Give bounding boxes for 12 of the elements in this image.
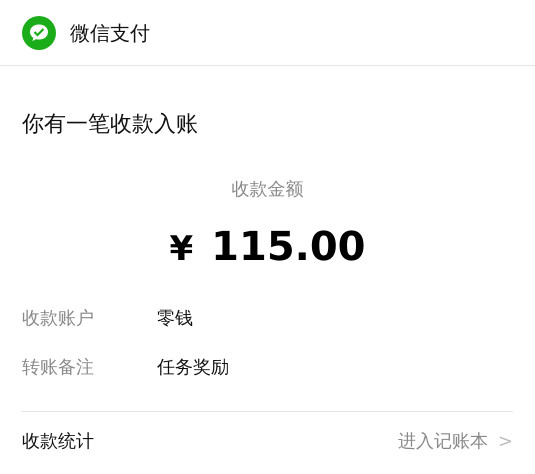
detail-label: 转账备注 (22, 356, 95, 380)
amount-value: 115.00 (211, 223, 366, 272)
currency-symbol: ¥ (169, 228, 194, 271)
footer-label: 收款统计 (22, 430, 94, 454)
notice-title: 你有一笔收款入账 (22, 114, 199, 136)
ledger-link[interactable]: 进入记账本 > (398, 428, 513, 455)
amount-label: 收款金额 (232, 178, 304, 202)
detail-value: 零钱 (157, 307, 193, 331)
chat-check-icon (22, 16, 56, 50)
detail-label: 收款账户 (22, 307, 95, 331)
app-title: 微信支付 (70, 20, 150, 46)
detail-value: 任务奖励 (157, 356, 229, 380)
